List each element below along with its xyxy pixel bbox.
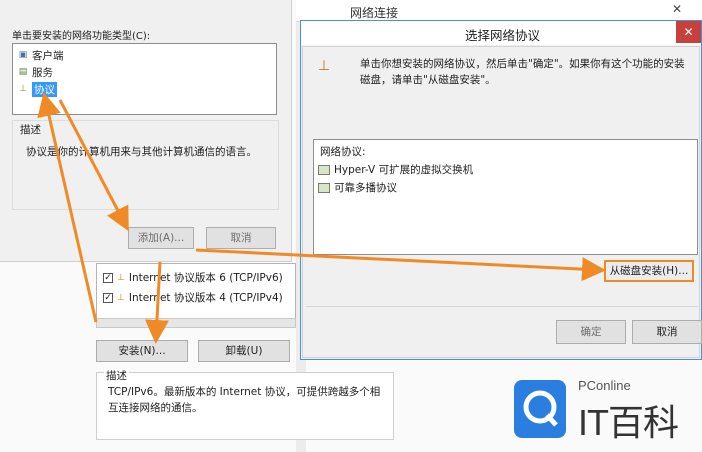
components-list[interactable]: ✓ ⊥ Internet 协议版本 6 (TCP/IPv6) ✓ ⊥ Inter… — [96, 263, 296, 321]
cancel-button[interactable]: 取消 — [206, 227, 276, 249]
list-item-label: Hyper-V 可扩展的虚拟交换机 — [334, 164, 474, 176]
close-icon[interactable]: ✕ — [652, 0, 702, 20]
dialog-instruction: 单击你想安装的网络协议，然后单击"确定"。如果你有这个功能的安装磁盘，请单击"从… — [360, 58, 685, 86]
list-item-service[interactable]: ▤ 服务 — [17, 65, 53, 79]
description-label: 描述 — [104, 368, 129, 383]
list-item-protocol[interactable]: ⊥ 协议 — [17, 81, 57, 97]
watermark-brand-small: PConline — [578, 378, 631, 393]
ok-button[interactable]: 确定 — [556, 320, 626, 344]
list-item-client[interactable]: ▣ 客户端 — [17, 48, 64, 62]
list-item-label: 可靠多播协议 — [334, 182, 397, 194]
network-adapter-icon — [318, 164, 330, 175]
list-item-label: 客户端 — [32, 49, 64, 62]
feature-type-list[interactable]: ▣ 客户端 ▤ 服务 ⊥ 协议 — [12, 43, 277, 115]
network-connections-title: 网络连接 — [350, 6, 399, 20]
have-disk-button[interactable]: 从磁盘安装(H)... — [604, 260, 694, 282]
pconline-logo-icon — [514, 380, 566, 438]
checkbox[interactable]: ✓ — [103, 292, 113, 303]
uninstall-button[interactable]: 卸载(U) — [198, 340, 290, 362]
list-item-ipv6[interactable]: ✓ ⊥ Internet 协议版本 6 (TCP/IPv6) — [103, 270, 283, 285]
description-text: 协议是你的计算机用来与其他计算机通信的语言。 — [26, 146, 257, 158]
close-icon[interactable]: ✕ — [676, 21, 701, 43]
horizontal-scrollbar[interactable] — [96, 318, 296, 328]
install-button[interactable]: 安装(N)... — [96, 340, 188, 362]
list-item-label: 服务 — [32, 66, 53, 79]
protocol-icon: ⊥ — [317, 58, 331, 74]
watermark-brand-large: IT百科 — [578, 402, 679, 443]
list-item-hyperv[interactable]: Hyper-V 可扩展的虚拟交换机 — [318, 162, 473, 177]
list-item-ipv4[interactable]: ✓ ⊥ Internet 协议版本 4 (TCP/IPv4) — [103, 290, 283, 305]
description-text: TCP/IPv6。最新版本的 Internet 协议，可提供跨越多个相互连接网络… — [108, 386, 381, 414]
cancel-button[interactable]: 取消 — [632, 320, 702, 344]
list-item-label: Internet 协议版本 6 (TCP/IPv6) — [128, 272, 283, 284]
dialog-title: 选择网络协议 — [465, 28, 541, 43]
list-item-multicast[interactable]: 可靠多播协议 — [318, 180, 397, 195]
service-icon: ▤ — [18, 66, 28, 77]
description-label: 描述 — [20, 124, 41, 136]
checkbox[interactable]: ✓ — [103, 272, 113, 283]
protocol-list-header: 网络协议: — [320, 146, 366, 158]
network-adapter-icon — [318, 182, 330, 193]
list-item-label: 协议 — [32, 81, 57, 97]
protocol-icon: ⊥ — [19, 83, 27, 94]
list-item-label: Internet 协议版本 4 (TCP/IPv4) — [128, 292, 283, 304]
protocol-icon: ⊥ — [117, 292, 125, 303]
add-button[interactable]: 添加(A)... — [128, 227, 194, 249]
dialog-divider — [306, 306, 698, 307]
client-icon: ▣ — [18, 49, 28, 60]
protocol-list[interactable]: 网络协议: Hyper-V 可扩展的虚拟交换机 可靠多播协议 — [313, 139, 698, 255]
protocol-icon: ⊥ — [117, 272, 125, 283]
description-group — [12, 120, 279, 210]
feature-type-prompt: 单击要安装的网络功能类型(C): — [12, 31, 151, 42]
